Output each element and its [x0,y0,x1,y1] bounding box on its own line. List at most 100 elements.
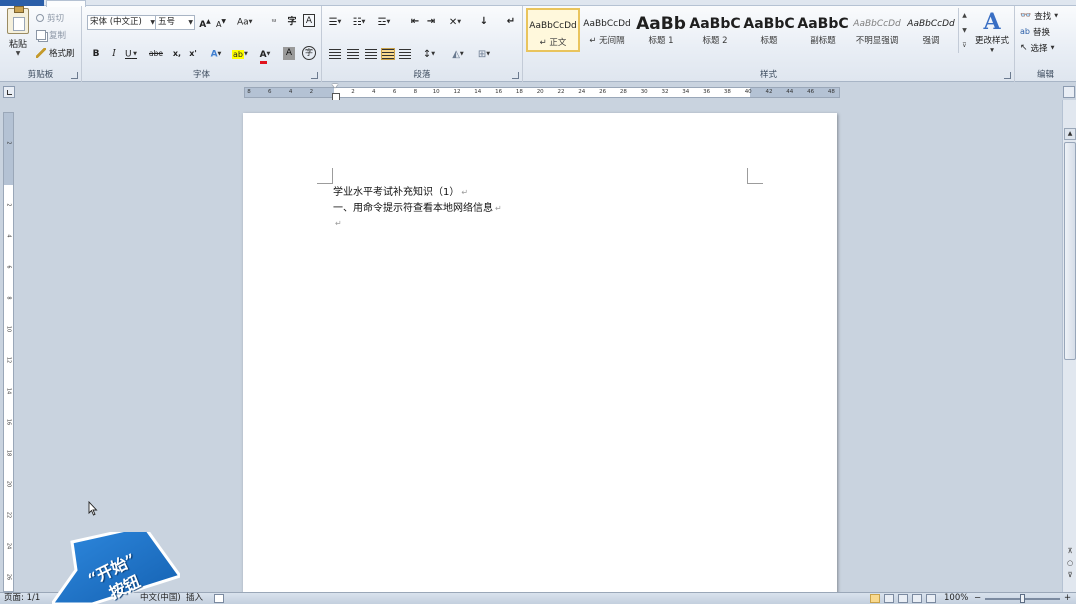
web-layout-view-button[interactable] [898,594,908,603]
zoom-in-button[interactable]: + [1064,593,1071,604]
character-border-button[interactable]: A [303,14,315,27]
style-item[interactable]: AaBbCcDd ↵ 无间隔 [580,8,634,52]
highlight-button[interactable]: ab▼ [232,46,248,62]
grow-font-button[interactable]: A▲ [198,14,212,30]
align-left-button[interactable] [329,49,341,59]
style-item[interactable]: AaBbC 标题 2 [688,8,742,52]
copy-button[interactable]: 复制 [36,27,66,42]
gallery-more-button[interactable]: ⊽ [959,38,970,53]
numbered-list-icon: ☷ [352,17,362,28]
change-styles-button[interactable]: A 更改样式 ▼ [972,8,1012,58]
cut-button[interactable]: 剪切 [36,10,64,25]
sort-button[interactable]: ↓ [477,14,491,30]
change-case-button[interactable]: Aa▼ [237,14,253,30]
numbering-button[interactable]: ☷▼ [352,14,366,30]
vertical-scrollbar[interactable]: ▲ ⊼ ○ ⊽ [1062,100,1076,592]
bold-button[interactable]: B [89,46,103,62]
tab-selector-button[interactable] [3,86,15,98]
macro-record-icon[interactable] [214,594,224,603]
style-name: 不明显强调 [855,36,899,46]
text-effects-button[interactable]: A▼ [209,46,223,62]
top-margin-area [4,113,13,185]
vertical-ruler[interactable]: 2 2 4 6 8 10 12 14 16 18 20 22 24 26 [3,112,14,592]
document-line-3[interactable]: ↵ [333,217,342,231]
align-center-button[interactable] [347,49,359,59]
font-color-button[interactable]: A▼ [258,46,272,64]
strikethrough-button[interactable]: abe [149,46,163,62]
phonetic-guide-button[interactable]: ᵚ [267,14,281,30]
clipboard-dialog-launcher[interactable] [71,72,78,79]
previous-page-button[interactable]: ⊼ [1064,546,1076,557]
right-margin-area [750,88,839,97]
line-spacing-button[interactable]: ↕▼ [422,46,436,62]
print-layout-view-button[interactable] [870,594,880,603]
show-marks-button[interactable]: ↵ [504,14,518,30]
font-name-combo[interactable]: 宋体 (中文正) ▼ [87,15,157,30]
character-shading-button[interactable]: A [283,47,295,60]
enclose-characters-button[interactable]: 字 [285,14,299,30]
mouse-pointer-icon [88,501,98,516]
shrink-font-button[interactable]: A▼ [214,14,228,30]
enclosed-character-button[interactable]: 字 [302,46,316,60]
page-count[interactable]: 页面: 1/1 [4,593,40,604]
increase-indent-button[interactable]: ⇥ [424,14,438,30]
superscript-button[interactable]: x' [186,46,200,62]
style-item[interactable]: AaBbC 标题 [742,8,796,52]
zoom-out-button[interactable]: − [974,593,981,604]
underline-button[interactable]: U ▼ [124,46,138,62]
align-right-button[interactable] [365,49,377,59]
document-page[interactable]: 学业水平考试补充知识（1） ↵ 一、用命令提示符查看本地网络信息 ↵ ↵ [243,113,837,592]
font-size-combo[interactable]: 五号 ▼ [155,15,195,30]
justify-button[interactable] [381,48,395,60]
zoom-slider[interactable] [985,594,1060,603]
gallery-up-button[interactable]: ▲ [959,8,970,23]
ruler-tick-label: 16 [5,418,12,426]
style-item[interactable]: AaBbCcDd 强调 [904,8,958,52]
indent-marker[interactable] [332,84,340,101]
gallery-down-button[interactable]: ▼ [959,23,970,38]
zoom-slider-knob[interactable] [1020,594,1025,603]
pilcrow-icon: ↵ [506,16,516,27]
chinese-layout-button[interactable]: ✕▼ [448,14,462,30]
full-screen-reading-view-button[interactable] [884,594,894,603]
style-item[interactable]: AaBbCcDd 不明显强调 [850,8,904,52]
character-shading-label: A [285,48,293,58]
enclosed-character-icon: 字 [305,48,313,57]
italic-button[interactable]: I [107,46,121,62]
multilevel-list-button[interactable]: ☲▼ [377,14,391,30]
document-line-1[interactable]: 学业水平考试补充知识（1） ↵ [333,186,468,200]
document-line-2[interactable]: 一、用命令提示符查看本地网络信息 ↵ [333,202,502,216]
paragraph-dialog-launcher[interactable] [512,72,519,79]
insert-mode-indicator[interactable]: 插入 [186,593,203,604]
style-item[interactable]: AaBbCcDd ↵ 正文 [526,8,580,52]
scroll-thumb[interactable] [1064,142,1076,360]
zoom-level[interactable]: 100% [944,593,968,604]
shading-button[interactable]: ◭▼ [451,46,465,62]
styles-dialog-launcher[interactable] [1004,72,1011,79]
decrease-indent-button[interactable]: ⇤ [408,14,422,30]
select-button[interactable]: ↖ 选择 ▼ [1020,40,1054,55]
find-button[interactable]: 👓 查找 ▼ [1020,8,1058,23]
ruler-tick-label: 30 [640,89,648,95]
ruler-tick-label: 18 [515,89,523,95]
style-item[interactable]: AaBbC 副标题 [796,8,850,52]
format-painter-button[interactable]: 格式刷 [36,45,75,60]
paste-button[interactable]: 粘贴 ▼ [4,6,32,60]
font-dialog-launcher[interactable] [311,72,318,79]
format-painter-label: 格式刷 [49,48,75,59]
next-page-button[interactable]: ⊽ [1064,570,1076,581]
style-item[interactable]: AaBb 标题 1 [634,8,688,52]
distributed-button[interactable] [399,49,411,59]
browse-object-button[interactable]: ○ [1064,558,1076,569]
bullets-button[interactable]: ☰▼ [328,14,342,30]
horizontal-ruler[interactable]: 8 6 4 2 2 4 6 8 10 12 14 16 18 20 22 24 26 28 30 32 34 36 38 40… [244,84,840,101]
borders-button[interactable]: ⊞▼ [477,46,491,62]
scroll-up-button[interactable]: ▲ [1064,128,1076,140]
ruler-tick-label: 38 [723,89,731,95]
subscript-button[interactable]: x, [170,46,184,62]
replace-button[interactable]: ab 替换 [1020,24,1050,39]
draft-view-button[interactable] [926,594,936,603]
outline-view-button[interactable] [912,594,922,603]
line-spacing-icon: ↕ [422,49,432,60]
view-ruler-button[interactable] [1063,86,1075,98]
